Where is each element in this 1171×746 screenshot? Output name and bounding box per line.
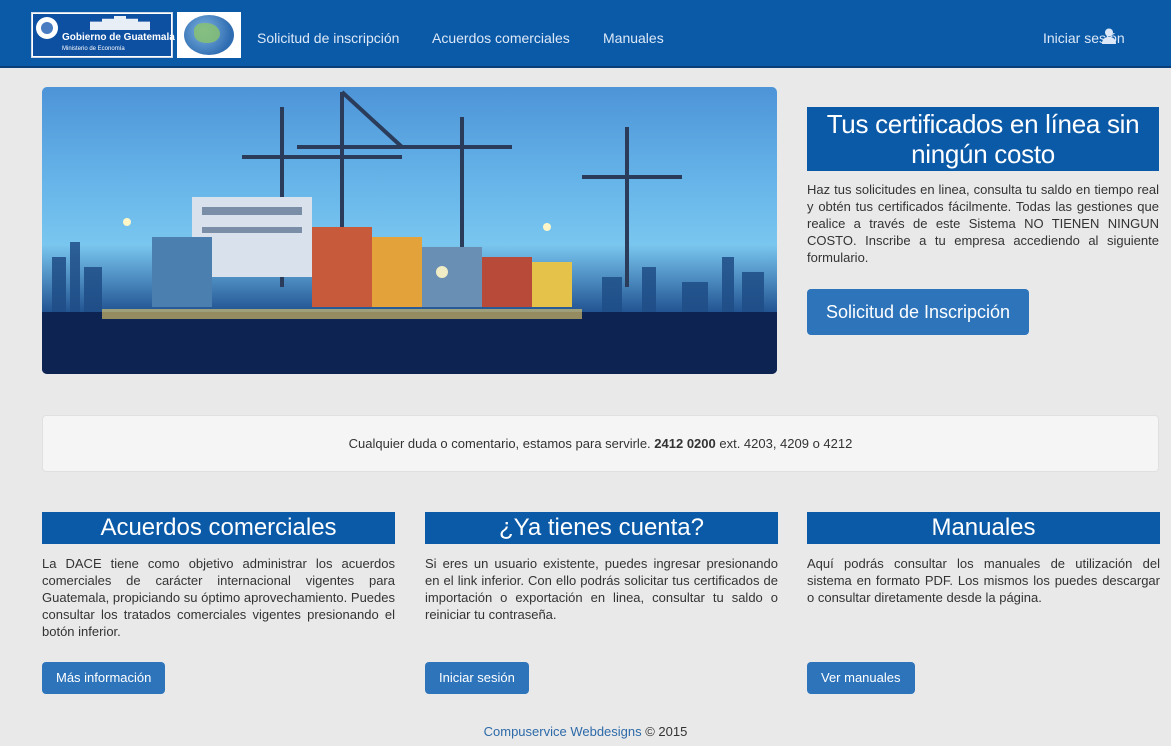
footer: Compuservice Webdesigns © 2015 (0, 724, 1171, 739)
logo-title: Gobierno de Guatemala (62, 32, 175, 43)
acuerdos-title: Acuerdos comerciales (42, 512, 395, 544)
globe-icon (184, 15, 234, 55)
nav-solicitud-inscripcion[interactable]: Solicitud de inscripción (257, 29, 399, 47)
manuales-title: Manuales (807, 512, 1160, 544)
dace-logo[interactable] (177, 12, 241, 58)
user-icon[interactable] (1102, 28, 1116, 44)
coat-of-arms-icon (36, 17, 58, 39)
contact-suffix: ext. 4203, 4209 o 4212 (715, 436, 853, 451)
nav-manuales[interactable]: Manuales (603, 29, 664, 47)
acuerdos-text: La DACE tiene como objetivo administrar … (42, 556, 395, 639)
iniciar-sesion-button[interactable]: Iniciar sesión (425, 662, 529, 694)
tagline-heading: Tus certificados en línea sin ningún cos… (826, 109, 1140, 169)
cuenta-text: Si eres un usuario existente, puedes ing… (425, 556, 778, 622)
gobierno-logo[interactable]: Gobierno de Guatemala Ministerio de Econ… (31, 12, 175, 58)
hero-image (42, 87, 777, 374)
manuales-text: Aquí podrás consultar los manuales de ut… (807, 556, 1160, 605)
intro-text: Haz tus solicitudes en linea, consulta t… (807, 182, 1159, 265)
nav-acuerdos-comerciales[interactable]: Acuerdos comerciales (432, 29, 570, 47)
mas-informacion-button[interactable]: Más información (42, 662, 166, 694)
ver-manuales-button[interactable]: Ver manuales (807, 662, 915, 694)
tagline-banner: Tus certificados en línea sin ningún cos… (807, 107, 1159, 171)
cuenta-title: ¿Ya tienes cuenta? (425, 512, 778, 544)
contact-phone: 2412 0200 (654, 436, 716, 451)
footer-link[interactable]: Compuservice Webdesigns (484, 724, 642, 739)
contact-well: Cualquier duda o comentario, estamos par… (42, 415, 1159, 472)
navbar: Gobierno de Guatemala Ministerio de Econ… (0, 0, 1171, 68)
footer-copyright: © 2015 (641, 724, 688, 739)
port-illustration (42, 90, 777, 374)
logo-subtitle: Ministerio de Economía (62, 46, 125, 52)
contact-prefix: Cualquier duda o comentario, estamos par… (348, 436, 655, 451)
solicitud-inscripcion-button[interactable]: Solicitud de Inscripción (807, 289, 1029, 335)
